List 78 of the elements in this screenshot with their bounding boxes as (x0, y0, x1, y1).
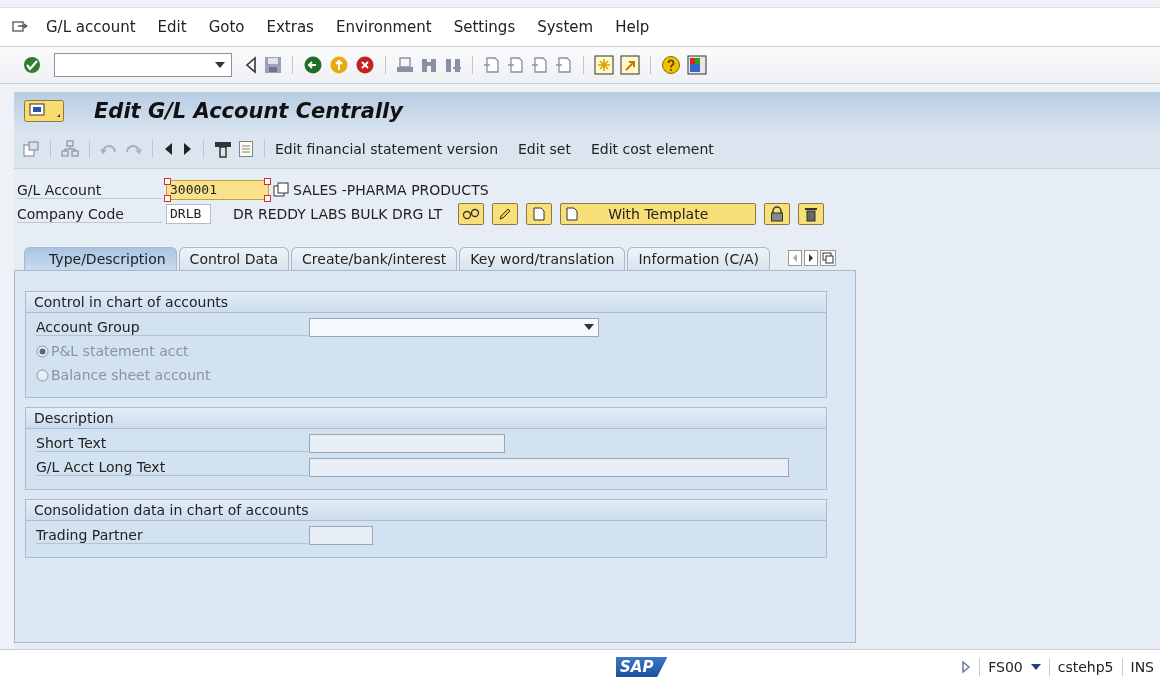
cancel-icon[interactable] (355, 55, 375, 75)
input-field[interactable] (309, 457, 789, 477)
back-triangle-icon[interactable] (244, 56, 258, 74)
check-icon[interactable] (22, 55, 42, 75)
caret-icon[interactable] (215, 62, 225, 68)
transaction-code: FS00 (988, 659, 1023, 675)
find-icon[interactable] (420, 56, 438, 74)
field-label: Short Text (36, 434, 308, 452)
field-label: G/L Account (17, 181, 162, 199)
menu-icon[interactable] (12, 20, 28, 34)
next-icon[interactable] (181, 140, 193, 158)
menu-item[interactable]: Extras (266, 18, 314, 36)
input-field[interactable]: 300001 (166, 180, 269, 200)
group-title: Description (26, 408, 826, 429)
toolbar-button[interactable]: Edit financial statement version (275, 141, 498, 157)
command-field[interactable] (54, 53, 232, 77)
previous-icon[interactable] (163, 140, 175, 158)
tab[interactable]: Type/Description (24, 247, 177, 270)
display-change-button[interactable] (458, 203, 485, 225)
save-icon[interactable] (264, 56, 282, 74)
print-icon[interactable] (396, 56, 414, 74)
input-field[interactable] (309, 433, 505, 453)
menu-item[interactable]: Help (615, 18, 650, 36)
tab[interactable]: Key word/translation (459, 247, 626, 270)
toolbar-button[interactable]: Edit cost element (591, 141, 714, 157)
server-name: cstehp5 (1057, 659, 1114, 675)
dropdown-field[interactable] (309, 317, 599, 337)
screen-title: Edit G/L Account Centrally (94, 99, 403, 123)
table-icon[interactable] (214, 140, 232, 158)
menu-item[interactable]: System (537, 18, 594, 36)
sap-logo: SAP (616, 657, 668, 677)
change-button[interactable] (492, 203, 519, 225)
field-label: G/L Acct Long Text (36, 458, 308, 476)
field-description: DR REDDY LABS BULK DRG LT (233, 206, 443, 222)
layout-icon[interactable] (687, 55, 707, 75)
caret-icon[interactable] (584, 324, 594, 330)
group-title: Consolidation data in chart of accounts (26, 500, 826, 521)
insert-mode: INS (1130, 659, 1154, 675)
find-next-icon[interactable] (444, 56, 462, 74)
new-session-icon[interactable] (594, 55, 614, 75)
create-button[interactable] (526, 203, 553, 225)
glasses-icon (462, 208, 481, 220)
dropdown-icon[interactable] (1030, 664, 1041, 670)
input-field[interactable]: DRLB (166, 204, 211, 224)
help-icon[interactable] (661, 55, 681, 75)
menu-item[interactable]: Edit (157, 18, 187, 36)
lock-icon (770, 206, 785, 222)
field-label: Trading Partner (36, 526, 308, 544)
screen-menu-icon[interactable] (24, 100, 64, 122)
tab[interactable]: Information (C/A) (627, 247, 770, 270)
toolbar-button[interactable]: Edit set (518, 141, 571, 157)
tab[interactable]: Control Data (178, 247, 290, 270)
delete-button[interactable] (798, 203, 825, 225)
trash-icon (804, 206, 819, 222)
tab[interactable]: Create/bank/interest (291, 247, 458, 270)
menu-item[interactable]: Environment (335, 18, 432, 36)
lock-button[interactable] (764, 203, 791, 225)
tab-list-icon[interactable] (819, 250, 836, 266)
menu-item[interactable]: Goto (208, 18, 245, 36)
group-title: Control in chart of accounts (26, 292, 826, 313)
shortcut-icon[interactable] (620, 55, 640, 75)
input-field[interactable] (309, 525, 373, 545)
pencil-icon (498, 207, 513, 221)
expand-status-icon[interactable] (961, 660, 972, 674)
scroll-right-icon[interactable] (803, 250, 818, 266)
back-icon[interactable] (303, 55, 323, 75)
menu-item[interactable]: Settings (453, 18, 516, 36)
blank-page-icon (566, 207, 579, 221)
blank-page-icon (533, 207, 546, 221)
hierarchy-icon[interactable] (61, 140, 79, 158)
field-label: Company Code (17, 205, 162, 223)
with-template-button[interactable]: With Template (560, 203, 757, 225)
copy-icon[interactable] (273, 182, 289, 198)
field-label: Account Group (36, 318, 308, 336)
other-account-icon[interactable] (22, 140, 40, 158)
menu-item[interactable]: G/L account (46, 18, 136, 36)
document-icon[interactable] (238, 140, 254, 158)
field-description: SALES -PHARMA PRODUCTS (293, 182, 489, 198)
